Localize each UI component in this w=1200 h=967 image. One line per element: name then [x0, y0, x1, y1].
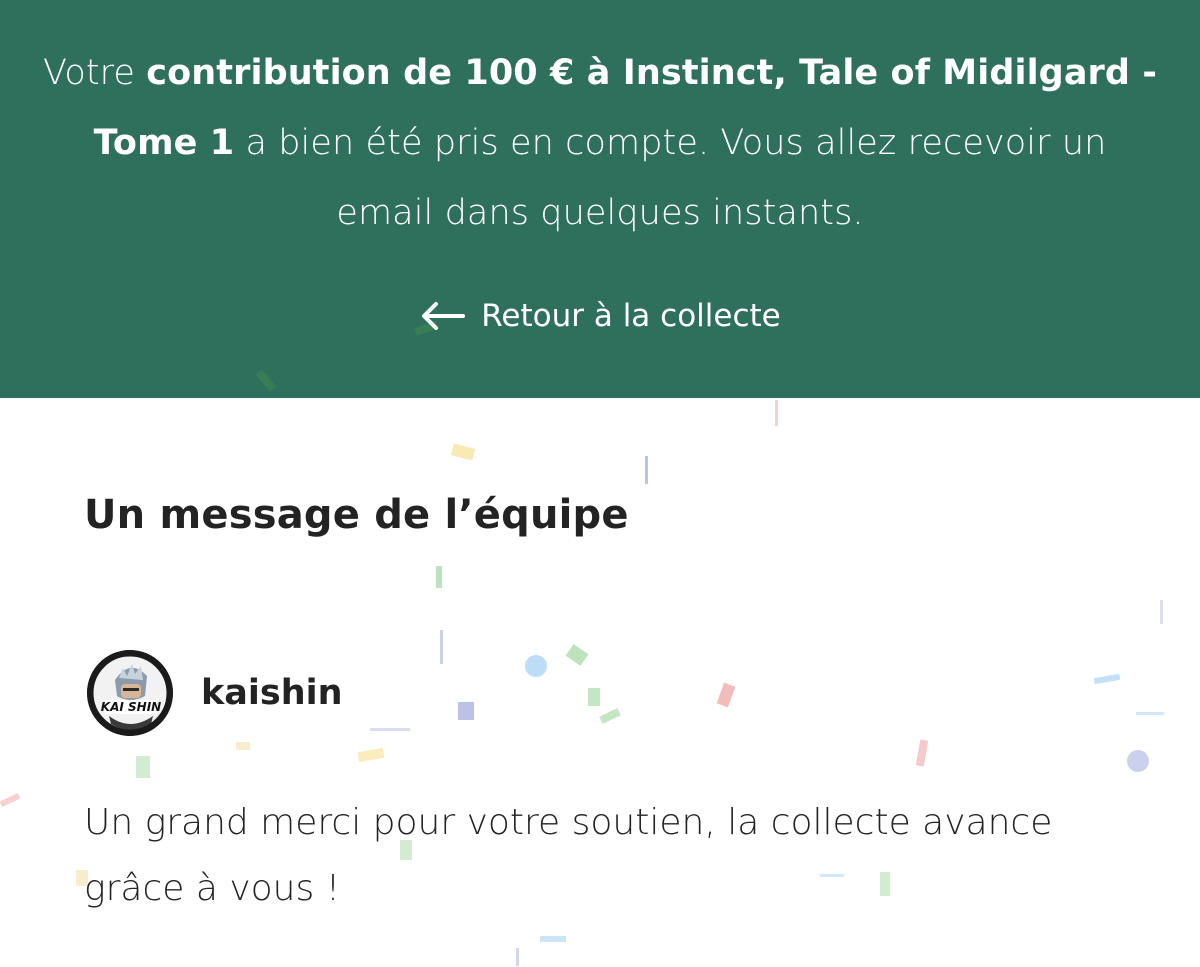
avatar[interactable]: KAI SHIN — [87, 650, 173, 736]
confirmation-page: Votre contribution de 100 € à Instinct, … — [0, 0, 1200, 967]
confirmation-outro: a bien été pris en compte. Vous allez re… — [234, 123, 1107, 233]
message-author: KAI SHIN kaishin — [87, 648, 343, 738]
back-to-campaign-link[interactable]: Retour à la collecte — [0, 290, 1200, 342]
author-name: kaishin — [201, 673, 343, 713]
arrow-left-icon — [419, 301, 466, 331]
team-message-title: Un message de l’équipe — [84, 492, 629, 538]
confirmation-message: Votre contribution de 100 € à Instinct, … — [40, 38, 1160, 248]
confirmation-intro: Votre — [43, 53, 147, 93]
confirmation-banner: Votre contribution de 100 € à Instinct, … — [0, 0, 1200, 398]
team-message-body: Un grand merci pour votre soutien, la co… — [84, 802, 1053, 909]
svg-text:KAI SHIN: KAI SHIN — [101, 700, 161, 714]
back-link-label: Retour à la collecte — [481, 298, 781, 334]
